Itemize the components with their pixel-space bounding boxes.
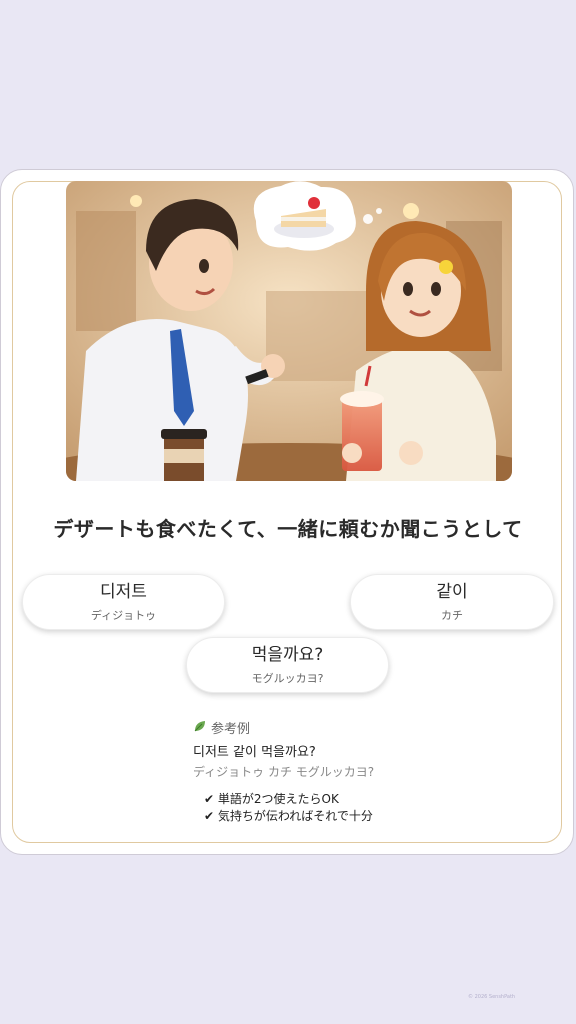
chip-korean: 디저트 — [100, 582, 147, 602]
leaf-icon — [193, 719, 207, 737]
chip-katakana: モグルッカヨ? — [251, 672, 324, 685]
example-katakana: ディジョトゥ カチ モグルッカヨ? — [193, 765, 375, 779]
word-chip-together[interactable]: 같이 カチ — [350, 574, 554, 630]
chip-korean: 같이 — [436, 582, 468, 602]
example-label-row: 参考例 — [193, 718, 374, 737]
check-item: ✔ 気持ちが伝わればそれで十分 — [204, 809, 373, 823]
checklist: ✔ 単語が2つ使えたらOK ✔ 気持ちが伝わればそれで十分 — [204, 791, 373, 825]
example-korean: 디저트 같이 먹을까요? — [193, 745, 316, 760]
reference-example: 参考例 디저트 같이 먹을까요? ディジョトゥ カチ モグルッカヨ? — [193, 718, 374, 780]
word-chip-dessert[interactable]: 디저트 ディジョトゥ — [22, 574, 225, 630]
example-label: 参考例 — [211, 722, 251, 737]
chip-katakana: カチ — [441, 609, 463, 622]
word-chip-shall-we-eat[interactable]: 먹을까요? モグルッカヨ? — [186, 637, 389, 693]
chip-katakana: ディジョトゥ — [90, 609, 157, 622]
copyright: © 2026 SenshPath — [468, 994, 516, 1000]
check-item: ✔ 単語が2つ使えたらOK — [204, 792, 339, 806]
cafe-illustration — [66, 181, 512, 481]
prompt-text: デザートも食べたくて、一緒に頼むか聞こうとして — [53, 517, 523, 541]
chip-korean: 먹을까요? — [251, 645, 324, 665]
